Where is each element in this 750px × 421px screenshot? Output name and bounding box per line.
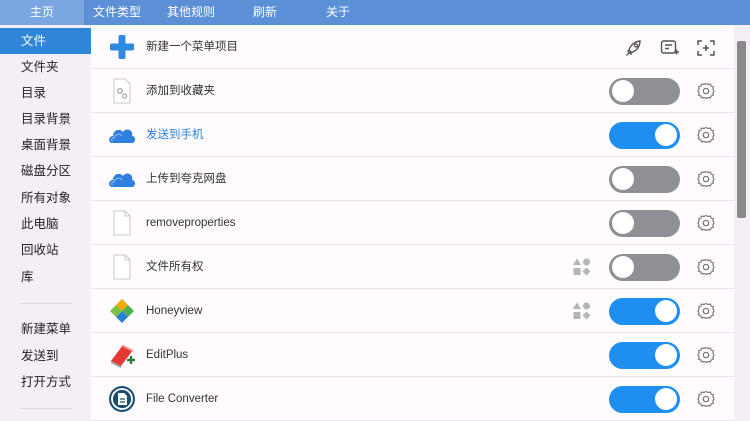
enable-toggle[interactable] (609, 121, 680, 149)
menu-item-row: 添加到收藏夹 (91, 69, 734, 113)
gear-icon[interactable] (696, 125, 716, 145)
top-tab-bar: 主页 文件类型 其他规则 刷新 关于 (0, 0, 750, 25)
sidebar-divider (20, 303, 72, 304)
tab-other-rules[interactable]: 其他规则 (158, 0, 224, 25)
new-menu-item-label: 新建一个菜单项目 (146, 41, 238, 53)
enable-toggle[interactable] (609, 165, 680, 193)
gear-icon[interactable] (696, 169, 716, 189)
blank-file-icon (113, 210, 131, 236)
sidebar-item-send-to[interactable]: 发送到 (0, 343, 91, 369)
menu-item-row: 文件所有权 (91, 245, 734, 289)
menu-item-row: Honeyview (91, 289, 734, 333)
sidebar-item-recycle-bin[interactable]: 回收站 (0, 237, 91, 263)
tab-about[interactable]: 关于 (313, 0, 363, 25)
menu-item-list: 新建一个菜单项目 添加到收藏夹 发送到手机 上传到夸克网盘 removeprop… (91, 25, 734, 421)
sidebar-item-disk-partition[interactable]: 磁盘分区 (0, 158, 91, 184)
sidebar-item-this-pc[interactable]: 此电脑 (0, 211, 91, 237)
gear-icon[interactable] (696, 301, 716, 321)
gear-icon[interactable] (696, 345, 716, 365)
sidebar-item-directory[interactable]: 目录 (0, 80, 91, 106)
menu-item-label: removeproperties (146, 217, 236, 229)
plus-icon (110, 35, 134, 59)
gear-icon[interactable] (696, 213, 716, 233)
editplus-icon (111, 345, 135, 368)
menu-item-label: 添加到收藏夹 (146, 85, 215, 97)
enable-toggle[interactable] (609, 385, 680, 413)
cloud-icon (109, 173, 135, 187)
tab-home[interactable]: 主页 (0, 0, 84, 25)
shapes-icon[interactable] (572, 257, 592, 277)
file-converter-icon (109, 386, 135, 412)
rocket-icon[interactable] (623, 37, 645, 59)
sidebar-item-new-menu[interactable]: 新建菜单 (0, 316, 91, 342)
blank-file-icon (113, 254, 131, 280)
menu-item-row: EditPlus (91, 333, 734, 377)
gear-icon[interactable] (696, 257, 716, 277)
enable-toggle[interactable] (609, 77, 680, 105)
sidebar-item-file[interactable]: 文件 (0, 28, 91, 54)
enable-toggle[interactable] (609, 253, 680, 281)
sidebar-item-folder[interactable]: 文件夹 (0, 54, 91, 80)
menu-item-row: 上传到夸克网盘 (91, 157, 734, 201)
new-menu-item-row[interactable]: 新建一个菜单项目 (91, 25, 734, 69)
menu-item-label: Honeyview (146, 305, 203, 317)
menu-item-row: File Converter (91, 377, 734, 421)
sidebar-item-directory-background[interactable]: 目录背景 (0, 106, 91, 132)
sidebar-item-desktop-background[interactable]: 桌面背景 (0, 132, 91, 158)
sidebar-item-library[interactable]: 库 (0, 264, 91, 290)
honeyview-icon (110, 299, 134, 323)
enable-toggle[interactable] (609, 297, 680, 325)
menu-item-label: File Converter (146, 393, 219, 405)
sidebar-divider (20, 408, 72, 409)
tab-refresh[interactable]: 刷新 (240, 0, 290, 25)
sidebar: 文件 文件夹 目录 目录背景 桌面背景 磁盘分区 所有对象 此电脑 回收站 库 … (0, 25, 91, 421)
tab-file-types[interactable]: 文件类型 (84, 0, 150, 25)
menu-item-label: 文件所有权 (146, 261, 204, 273)
favorites-file-icon (113, 78, 131, 104)
menu-item-label: EditPlus (146, 349, 189, 361)
sidebar-item-open-with[interactable]: 打开方式 (0, 369, 91, 395)
sidebar-item-all-objects[interactable]: 所有对象 (0, 185, 91, 211)
enable-toggle[interactable] (609, 341, 680, 369)
menu-item-label: 发送到手机 (146, 129, 204, 141)
scrollbar-thumb[interactable] (737, 41, 746, 218)
menu-item-row: 发送到手机 (91, 113, 734, 157)
menu-item-row: removeproperties (91, 201, 734, 245)
cloud-icon (109, 129, 135, 143)
gear-icon[interactable] (696, 389, 716, 409)
shapes-icon[interactable] (572, 301, 592, 321)
menu-item-label: 上传到夸克网盘 (146, 173, 227, 185)
enable-toggle[interactable] (609, 209, 680, 237)
edit-list-icon[interactable] (659, 37, 681, 59)
gear-icon[interactable] (696, 81, 716, 101)
add-frame-icon[interactable] (695, 37, 717, 59)
vertical-scrollbar[interactable] (734, 25, 750, 421)
